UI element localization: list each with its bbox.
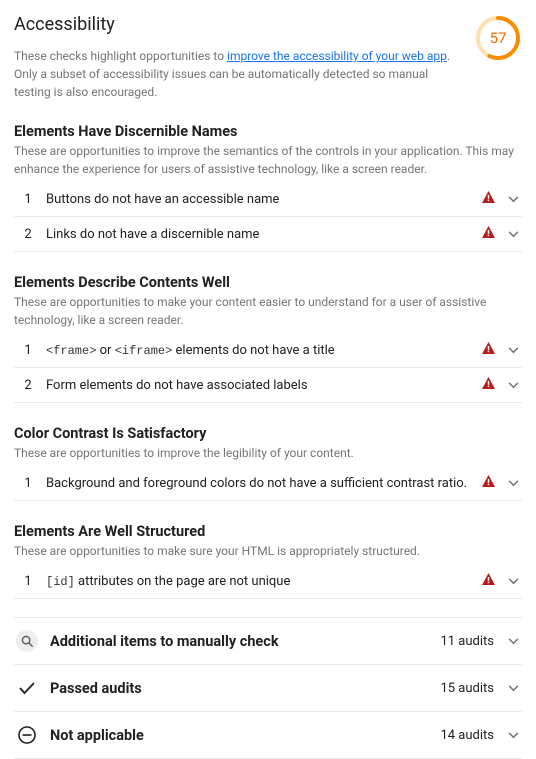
audit-index: 1 [20, 574, 36, 589]
warning-icon [482, 377, 496, 393]
audit-group: Elements Describe Contents Well These are… [14, 274, 522, 403]
audit-text: Links do not have a discernible name [46, 227, 472, 242]
not-applicable-icon [16, 724, 38, 746]
audit-index: 1 [20, 192, 36, 207]
audit-index: 1 [20, 343, 36, 358]
group-title: Color Contrast Is Satisfactory [14, 425, 522, 442]
improve-accessibility-link[interactable]: improve the accessibility of your web ap… [227, 49, 447, 63]
audit-row[interactable]: 2 Links do not have a discernible name [14, 217, 522, 252]
check-icon [16, 677, 38, 699]
warning-icon [482, 573, 496, 589]
audit-group: Color Contrast Is Satisfactory These are … [14, 425, 522, 501]
audit-row[interactable]: 1 [id] attributes on the page are not uni… [14, 564, 522, 599]
audit-index: 2 [20, 378, 36, 393]
search-icon [16, 630, 38, 652]
chevron-down-icon [506, 732, 520, 739]
summary-row[interactable]: Passed audits 15 audits [14, 665, 522, 712]
summary-label: Not applicable [50, 727, 428, 744]
chevron-down-icon [506, 347, 520, 354]
audit-index: 2 [20, 227, 36, 242]
group-title: Elements Are Well Structured [14, 523, 522, 540]
group-title: Elements Have Discernible Names [14, 123, 522, 140]
audit-row[interactable]: 2 Form elements do not have associated la… [14, 368, 522, 403]
subtitle-pre: These checks highlight opportunities to [14, 49, 227, 63]
chevron-down-icon [506, 231, 520, 238]
summary-count: 14 audits [440, 728, 494, 743]
chevron-down-icon [506, 382, 520, 389]
audit-row[interactable]: 1 Background and foreground colors do not… [14, 466, 522, 501]
warning-icon [482, 342, 496, 358]
audit-text: <frame> or <iframe> elements do not have… [46, 343, 472, 358]
warning-icon [482, 191, 496, 207]
warning-icon [482, 226, 496, 242]
score-value: 57 [474, 14, 522, 62]
summary-label: Additional items to manually check [50, 633, 428, 650]
audit-group: Elements Have Discernible Names These are… [14, 123, 522, 252]
audit-text: Background and foreground colors do not … [46, 476, 472, 491]
chevron-down-icon [506, 638, 520, 645]
chevron-down-icon [506, 685, 520, 692]
header: Accessibility These checks highlight opp… [14, 14, 522, 101]
group-description: These are opportunities to improve the l… [14, 444, 522, 462]
page-title: Accessibility [14, 14, 464, 35]
chevron-down-icon [506, 480, 520, 487]
header-text: Accessibility These checks highlight opp… [14, 14, 474, 101]
audit-text: Buttons do not have an accessible name [46, 192, 472, 207]
audit-row[interactable]: 1 Buttons do not have an accessible name [14, 182, 522, 217]
summary-count: 11 audits [440, 634, 494, 649]
summary-row[interactable]: Additional items to manually check 11 aud… [14, 617, 522, 665]
summary-row[interactable]: Not applicable 14 audits [14, 712, 522, 759]
summary-count: 15 audits [440, 681, 494, 696]
group-description: These are opportunities to make sure you… [14, 542, 522, 560]
audit-group: Elements Are Well Structured These are op… [14, 523, 522, 599]
chevron-down-icon [506, 578, 520, 585]
audit-text: [id] attributes on the page are not uniq… [46, 574, 472, 589]
chevron-down-icon [506, 196, 520, 203]
summary-label: Passed audits [50, 680, 428, 697]
group-description: These are opportunities to make your con… [14, 293, 522, 329]
group-title: Elements Describe Contents Well [14, 274, 522, 291]
audit-index: 1 [20, 476, 36, 491]
group-description: These are opportunities to improve the s… [14, 142, 522, 178]
audit-row[interactable]: 1 <frame> or <iframe> elements do not hav… [14, 333, 522, 368]
audit-text: Form elements do not have associated lab… [46, 378, 472, 393]
page-subtitle: These checks highlight opportunities to … [14, 47, 464, 101]
warning-icon [482, 475, 496, 491]
score-gauge: 57 [474, 14, 522, 62]
